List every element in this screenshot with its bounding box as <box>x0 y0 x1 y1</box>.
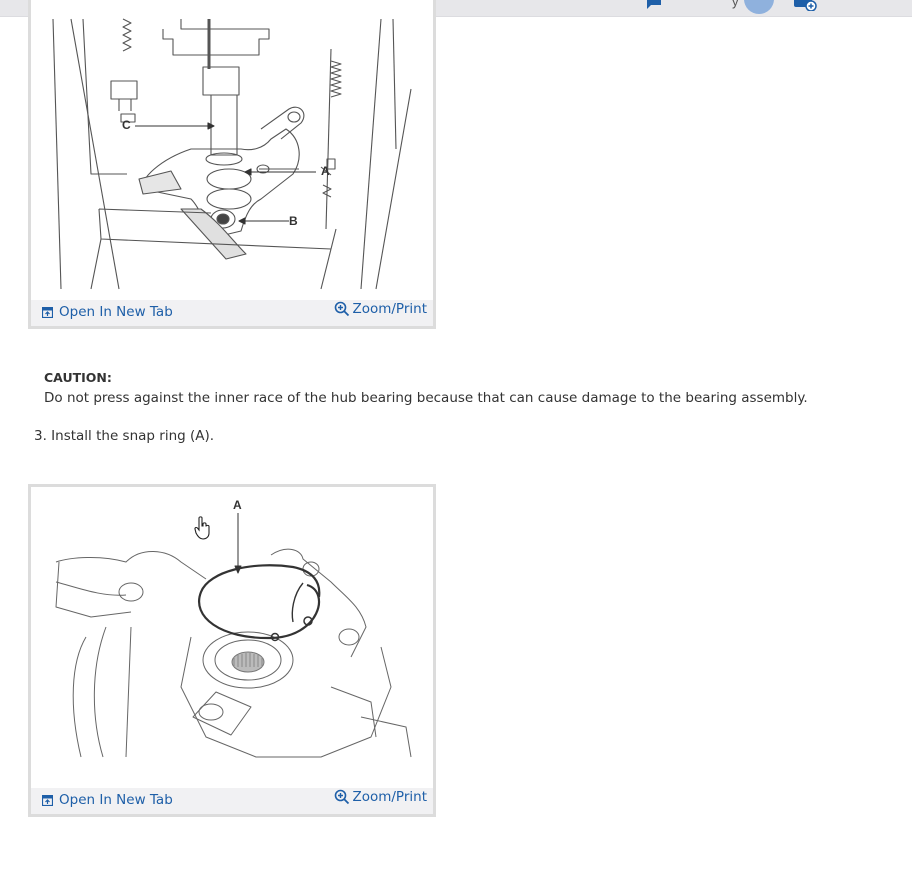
zoom-in-icon <box>335 301 350 317</box>
caution-heading: CAUTION: <box>44 370 112 385</box>
callout-b-label: B <box>289 214 298 228</box>
open-tab-icon <box>42 306 53 318</box>
figure-footer: Open In New Tab Zoom/Print <box>31 300 433 326</box>
zoom-print-link[interactable]: Zoom/Print <box>334 789 427 805</box>
open-in-new-tab-link[interactable]: Open In New Tab <box>42 304 173 320</box>
open-in-new-tab-label: Open In New Tab <box>59 304 173 320</box>
figure-snap-ring: A Open In New Tab Zoom/Print <box>28 484 436 817</box>
zoom-print-label: Zoom/Print <box>352 789 427 805</box>
zoom-print-label: Zoom/Print <box>352 301 427 317</box>
chat-icon[interactable] <box>646 0 662 10</box>
zoom-print-link[interactable]: Zoom/Print <box>334 301 427 317</box>
top-bar-text-fragment-2: y <box>732 0 739 9</box>
user-avatar[interactable] <box>744 0 774 14</box>
hand-cursor-icon <box>194 516 210 540</box>
open-in-new-tab-label: Open In New Tab <box>59 792 173 808</box>
calendar-add-icon[interactable] <box>794 0 818 11</box>
open-tab-icon <box>42 794 53 806</box>
zoom-in-icon <box>335 789 350 805</box>
callout-a-label: A <box>321 164 330 178</box>
figure-footer: Open In New Tab Zoom/Print <box>31 788 433 814</box>
callout-c-label: C <box>122 118 131 132</box>
callout-a-label: A <box>233 498 242 512</box>
figure-hub-bearing-press: C A B Open In New Tab Zoom/Print <box>28 0 436 329</box>
open-in-new-tab-link[interactable]: Open In New Tab <box>42 792 173 808</box>
step-3-text: 3. Install the snap ring (A). <box>34 428 215 444</box>
caution-note: CAUTION: Do not press against the inner … <box>44 367 808 409</box>
caution-text: Do not press against the inner race of t… <box>44 390 808 406</box>
snap-ring-illustration <box>55 513 412 758</box>
press-illustration <box>52 18 412 290</box>
